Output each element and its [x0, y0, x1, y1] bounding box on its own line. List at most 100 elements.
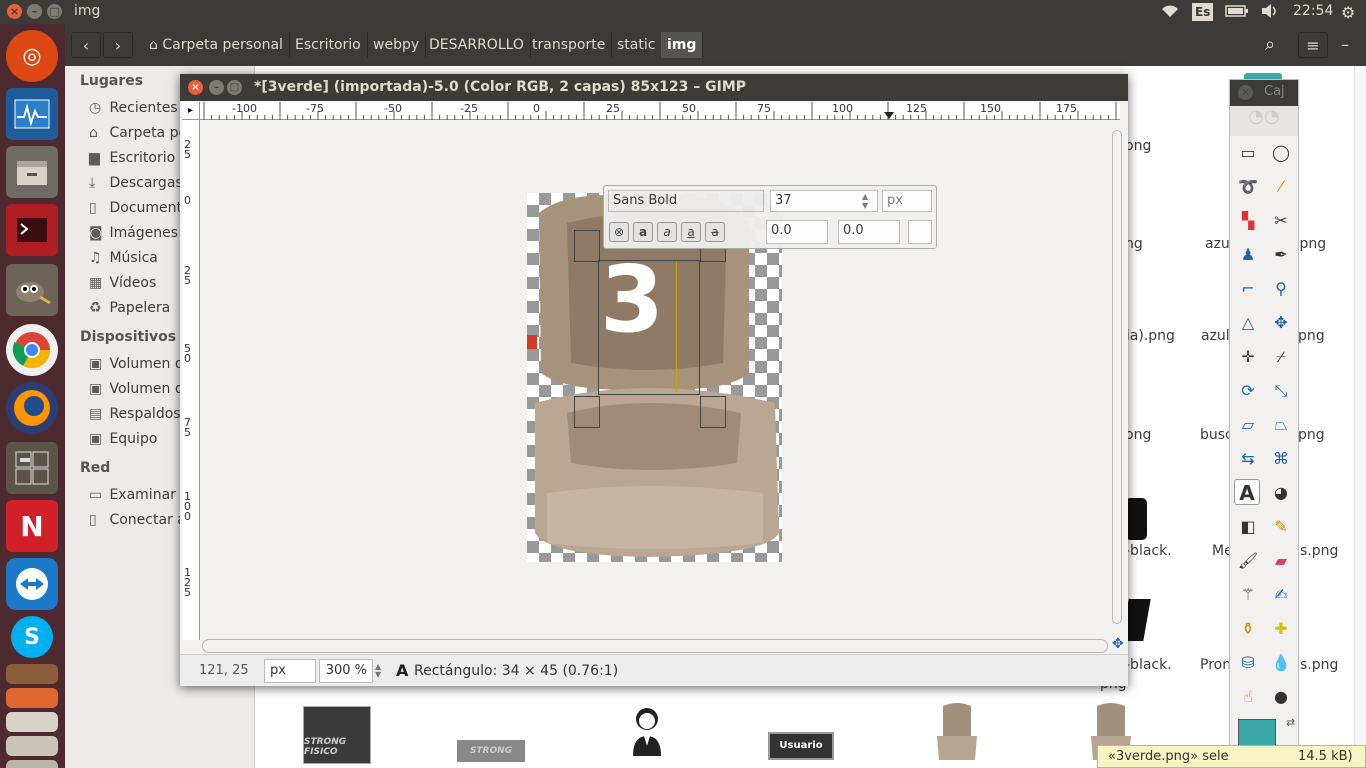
file-label[interactable]: ong	[1125, 138, 1151, 154]
smudge-icon[interactable]: ☝	[1235, 684, 1261, 710]
close-icon[interactable]: ×	[188, 80, 203, 95]
italic-icon[interactable]: a	[657, 222, 677, 242]
heal-icon[interactable]: ✚	[1268, 616, 1294, 642]
netflix-icon[interactable]: N	[6, 500, 58, 552]
sidebar-item-descargas[interactable]: ⤓ Descargas	[89, 175, 183, 191]
flip-icon[interactable]: ⇆	[1235, 446, 1261, 472]
breadcrumb-home[interactable]: ⌂ Carpeta personal	[143, 32, 290, 58]
text-tool-icon[interactable]: A	[1234, 479, 1260, 505]
terminal-icon[interactable]	[6, 204, 58, 256]
unit-select[interactable]: px	[882, 190, 932, 212]
strikethrough-icon[interactable]: a	[705, 222, 725, 242]
perspective-icon[interactable]: ⏢	[1268, 412, 1294, 438]
volume-icon[interactable]	[1260, 3, 1280, 23]
rect-select-icon[interactable]: ▭	[1235, 140, 1261, 166]
file-thumbnail-seat[interactable]	[935, 702, 979, 764]
align-icon[interactable]: ✛	[1235, 344, 1261, 370]
lasso-icon[interactable]: ➰	[1235, 174, 1261, 200]
bold-icon[interactable]: a	[633, 222, 653, 242]
teamviewer-icon[interactable]	[6, 558, 58, 610]
search-icon[interactable]: ⌕	[1255, 32, 1285, 58]
sidebar-item-imagenes[interactable]: ◙ Imágenes	[89, 225, 178, 241]
chrome-icon[interactable]	[6, 324, 58, 376]
close-icon[interactable]: ×	[1238, 85, 1253, 100]
sidebar-item-recientes[interactable]: ◷ Recientes	[89, 100, 178, 116]
stacked-app-icon[interactable]	[6, 664, 58, 684]
eraser-icon[interactable]: ▰	[1268, 548, 1294, 574]
ubuntu-dash-icon[interactable]: ◎	[6, 30, 58, 82]
stacked-app-icon-5[interactable]	[6, 760, 58, 768]
sidebar-item-equipo[interactable]: ▣ Equipo	[89, 431, 157, 447]
sidebar-item-escritorio[interactable]: ▆ Escritorio	[89, 150, 175, 166]
fuzzy-select-icon[interactable]: ⁄	[1268, 174, 1294, 200]
airbrush-icon[interactable]: ⚚	[1235, 582, 1261, 608]
workspace-switcher-icon[interactable]	[6, 442, 58, 494]
ink-icon[interactable]: ✍	[1268, 582, 1294, 608]
crop-icon[interactable]: ⌿	[1268, 344, 1294, 370]
scissors-icon[interactable]: ✂	[1268, 208, 1294, 234]
file-label[interactable]: -black.	[1125, 657, 1172, 673]
stacked-app-icon-4[interactable]	[6, 736, 58, 756]
sidebar-item-videos[interactable]: ▦ Vídeos	[89, 275, 156, 291]
sidebar-item-home[interactable]: ⌂ Carpeta pe	[89, 125, 187, 141]
breadcrumb-img[interactable]: img	[661, 32, 704, 58]
blend-icon[interactable]: ◧	[1235, 514, 1261, 540]
horizontal-ruler[interactable]: -100 -75 -50 -25 0 25 50 75 100 125 150 …	[200, 102, 1120, 120]
file-label[interactable]: s.png	[1300, 657, 1338, 673]
resize-handle-tl[interactable]	[574, 230, 600, 262]
system-monitor-icon[interactable]	[6, 88, 58, 140]
sidebar-item-volume-2[interactable]: ▣ Volumen d	[89, 381, 184, 397]
file-label[interactable]: ong	[1125, 427, 1151, 443]
cage-transform-icon[interactable]: ⌘	[1268, 446, 1294, 472]
skype-icon[interactable]: S	[11, 616, 53, 658]
vertical-scrollbar[interactable]	[1112, 130, 1122, 624]
sidebar-item-conectar[interactable]: ▯ Conectar a	[89, 512, 186, 528]
minimize-icon[interactable]: –	[209, 80, 224, 95]
clear-style-icon[interactable]: ⊗	[609, 222, 629, 242]
file-label[interactable]: azul	[1201, 328, 1230, 344]
maximize-icon[interactable]: □	[227, 80, 242, 95]
file-thumbnail-strong[interactable]: STRONG FISICO	[303, 706, 371, 764]
horizontal-scrollbar[interactable]	[202, 639, 1108, 653]
breadcrumb-static[interactable]: static	[611, 32, 663, 58]
foreground-select-icon[interactable]: ♟	[1235, 242, 1261, 268]
gimp-icon[interactable]	[6, 264, 58, 316]
close-window-button[interactable]: ×	[7, 4, 22, 19]
paths-icon[interactable]: ✒	[1268, 242, 1294, 268]
sidebar-item-respaldos[interactable]: ▤ Respaldos	[89, 406, 181, 422]
file-thumbnail-user[interactable]	[630, 706, 664, 756]
maximize-window-button[interactable]: □	[47, 4, 62, 19]
resize-handle-br[interactable]	[700, 396, 726, 428]
color-picker-icon[interactable]: ⌐	[1235, 276, 1261, 302]
sidebar-item-papelera[interactable]: ♻ Papelera	[89, 300, 170, 316]
file-label[interactable]: .png	[1295, 236, 1326, 252]
sidebar-item-volume-1[interactable]: ▣ Volumen d	[89, 356, 184, 372]
bucket-fill-icon[interactable]: ◕	[1268, 480, 1294, 506]
color-select-icon[interactable]: ▚	[1235, 208, 1261, 234]
move-icon[interactable]: ✥	[1268, 310, 1294, 336]
file-label[interactable]: Pron	[1200, 657, 1231, 673]
menu-icon[interactable]: ≡	[1298, 32, 1328, 58]
zoom-field[interactable]: 300 %	[319, 659, 373, 683]
files-icon[interactable]	[6, 146, 58, 198]
baseline-field[interactable]: 0.0	[838, 220, 900, 244]
swap-colors-icon[interactable]: ⇄	[1286, 716, 1295, 729]
vertical-ruler[interactable]: 2 5 0 2 5 5 0 7 5 1 0 0 1 2 5	[182, 120, 200, 640]
file-label[interactable]: azu	[1205, 236, 1230, 252]
clone-icon[interactable]: ⚱	[1235, 616, 1261, 642]
font-field[interactable]: Sans Bold	[608, 190, 764, 212]
foreground-color-swatch[interactable]	[1238, 719, 1276, 747]
ellipse-select-icon[interactable]: ◯	[1268, 140, 1294, 166]
sidebar-item-musica[interactable]: ♫ Música	[89, 250, 158, 266]
stacked-app-icon-3[interactable]	[6, 712, 58, 732]
measure-icon[interactable]: △	[1235, 310, 1261, 336]
navigate-icon[interactable]: ✥	[1112, 636, 1124, 652]
gear-icon[interactable]: ⚙	[1341, 3, 1355, 22]
wifi-icon[interactable]	[1160, 3, 1180, 23]
resize-handle-bl[interactable]	[574, 396, 600, 428]
paintbrush-icon[interactable]: 🖌	[1235, 548, 1261, 574]
perspective-clone-icon[interactable]: ⛁	[1235, 650, 1261, 676]
file-thumbnail-usuario[interactable]: Usuario	[768, 732, 834, 760]
battery-icon[interactable]	[1225, 3, 1249, 23]
breadcrumb-escritorio[interactable]: Escritorio	[289, 32, 368, 58]
